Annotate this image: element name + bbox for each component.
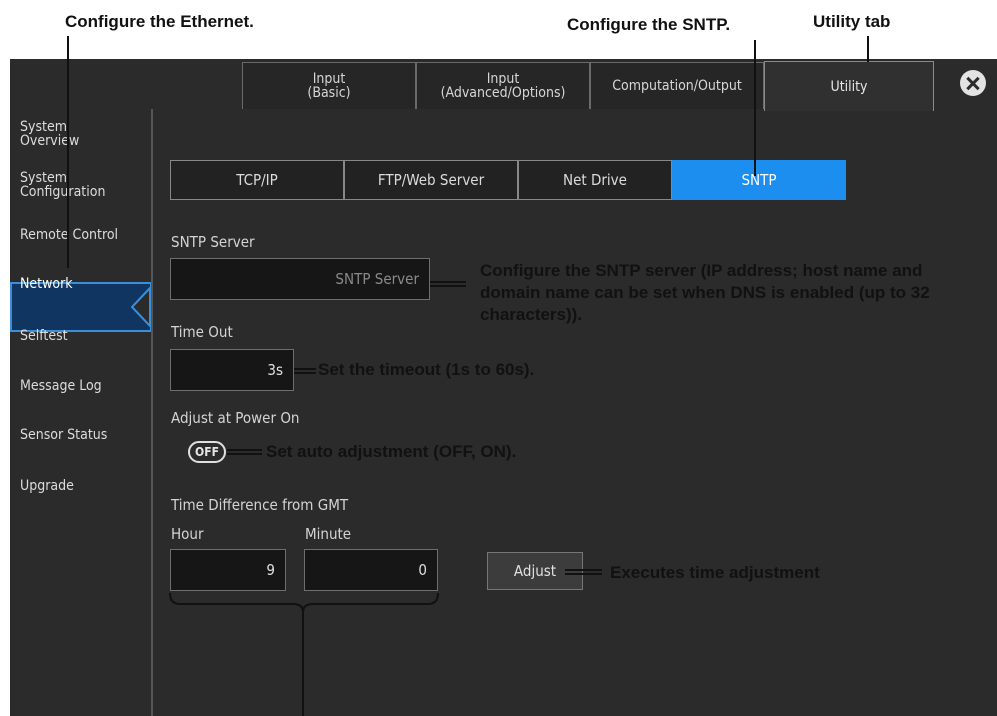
callout-lines bbox=[67, 36, 869, 716]
annotation-timeout: Set the timeout (1s to 60s). bbox=[318, 360, 535, 379]
annotation-auto-adjust: Set auto adjustment (OFF, ON). bbox=[266, 442, 517, 461]
annotation-server: Configure the SNTP server (IP address; h… bbox=[480, 261, 930, 324]
annotation-adjust: Executes time adjustment bbox=[610, 563, 820, 582]
